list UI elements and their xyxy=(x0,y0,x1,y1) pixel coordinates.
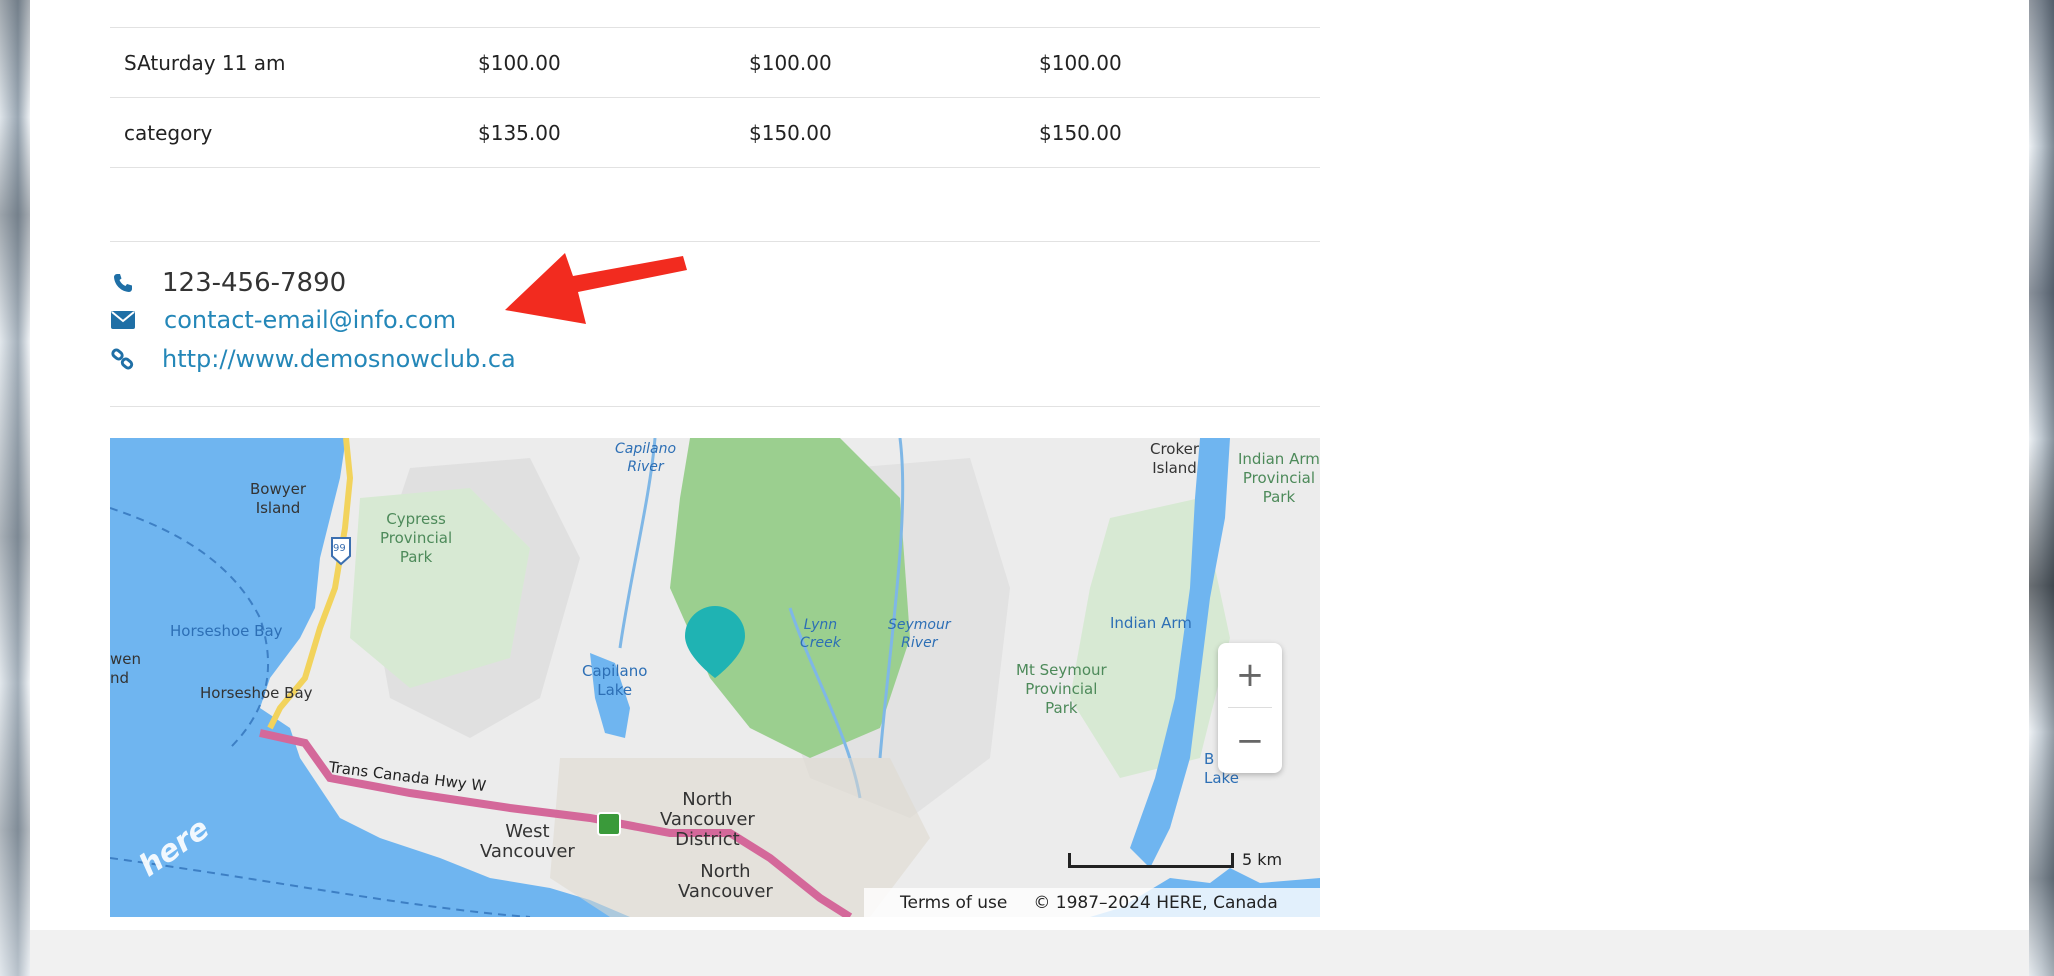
table-row xyxy=(110,0,1320,28)
phone-number: 123-456-7890 xyxy=(162,268,347,298)
rates-table: SAturday 11 am $100.00 $100.00 $100.00 c… xyxy=(110,0,1320,168)
table-cell-price: $150.00 xyxy=(1025,97,1320,168)
zoom-out-button[interactable]: − xyxy=(1218,709,1282,773)
map-label-west-vancouver: West Vancouver xyxy=(480,821,575,862)
map-label-mt-seymour-park: Mt Seymour Provincial Park xyxy=(1016,661,1107,717)
table-cell-price: $135.00 xyxy=(464,97,735,168)
phone-icon xyxy=(110,270,136,296)
contact-email-row: contact-email@info.com xyxy=(110,306,456,334)
red-arrow-annotation xyxy=(505,253,687,324)
map-label-bowyer-island: Bowyer Island xyxy=(250,480,307,517)
table-cell-price xyxy=(735,0,1025,28)
map-label-croker-island: Croker Island xyxy=(1150,440,1200,477)
location-map[interactable]: Capilano River Bowyer Island Cypress Pro… xyxy=(110,438,1320,917)
terms-of-use-link[interactable]: Terms of use xyxy=(900,893,1007,913)
map-label-indian-arm-park: Indian Arm Provincial Park xyxy=(1238,450,1320,506)
rates-section: SAturday 11 am $100.00 $100.00 $100.00 c… xyxy=(110,0,1320,168)
table-cell-price xyxy=(1025,0,1320,28)
map-label-indian-arm: Indian Arm xyxy=(1110,614,1192,632)
envelope-icon xyxy=(110,307,136,333)
map-label-north-vancouver-district: North Vancouver District xyxy=(660,789,755,850)
table-row: SAturday 11 am $100.00 $100.00 $100.00 xyxy=(110,27,1320,98)
table-cell-label: SAturday 11 am xyxy=(110,27,464,98)
map-attribution: Terms of use © 1987–2024 HERE, Canada xyxy=(864,888,1320,917)
map-label-island-partial: wen nd xyxy=(110,650,142,687)
table-cell-label: category xyxy=(110,97,464,168)
map-scale-label: 5 km xyxy=(1242,850,1283,869)
email-link[interactable]: contact-email@info.com xyxy=(164,306,456,334)
map-label-horseshoe-bay-water: Horseshoe Bay xyxy=(170,622,283,640)
table-cell-price xyxy=(464,0,735,28)
map-label-seymour-river: Seymour River xyxy=(888,617,951,651)
map-label-capilano-lake: Capilano Lake xyxy=(582,662,648,699)
map-label-highway-99: 99 xyxy=(333,543,346,554)
table-cell-price: $100.00 xyxy=(464,27,735,98)
background-photo-right xyxy=(2029,0,2054,976)
map-copyright: © 1987–2024 HERE, Canada xyxy=(1033,892,1278,913)
contact-info: 123-456-7890 contact-email@info.com http… xyxy=(110,241,1320,407)
zoom-divider xyxy=(1228,707,1272,708)
map-label-cypress-park: Cypress Provincial Park xyxy=(380,510,453,566)
map-scale-bar xyxy=(1068,853,1234,868)
page-footer-band xyxy=(30,930,2029,976)
background-photo-left xyxy=(0,0,30,976)
map-zoom-control: + − xyxy=(1218,643,1282,773)
website-link[interactable]: http://www.demosnowclub.ca xyxy=(162,345,516,373)
contact-website-row: http://www.demosnowclub.ca xyxy=(110,345,516,373)
zoom-in-button[interactable]: + xyxy=(1218,643,1282,707)
table-cell-price: $100.00 xyxy=(735,27,1025,98)
map-label-horseshoe-bay-town: Horseshoe Bay xyxy=(200,684,313,702)
table-cell-label xyxy=(110,0,464,28)
table-row: category $135.00 $150.00 $150.00 xyxy=(110,97,1320,168)
contact-phone-row: 123-456-7890 xyxy=(110,268,346,298)
table-cell-price: $100.00 xyxy=(1025,27,1320,98)
map-label-capilano-river: Capilano River xyxy=(615,441,677,475)
map-label-north-vancouver: North Vancouver xyxy=(678,861,773,902)
link-icon xyxy=(110,346,136,372)
table-cell-price: $150.00 xyxy=(735,97,1025,168)
map-label-lynn-creek: Lynn Creek xyxy=(800,617,841,651)
